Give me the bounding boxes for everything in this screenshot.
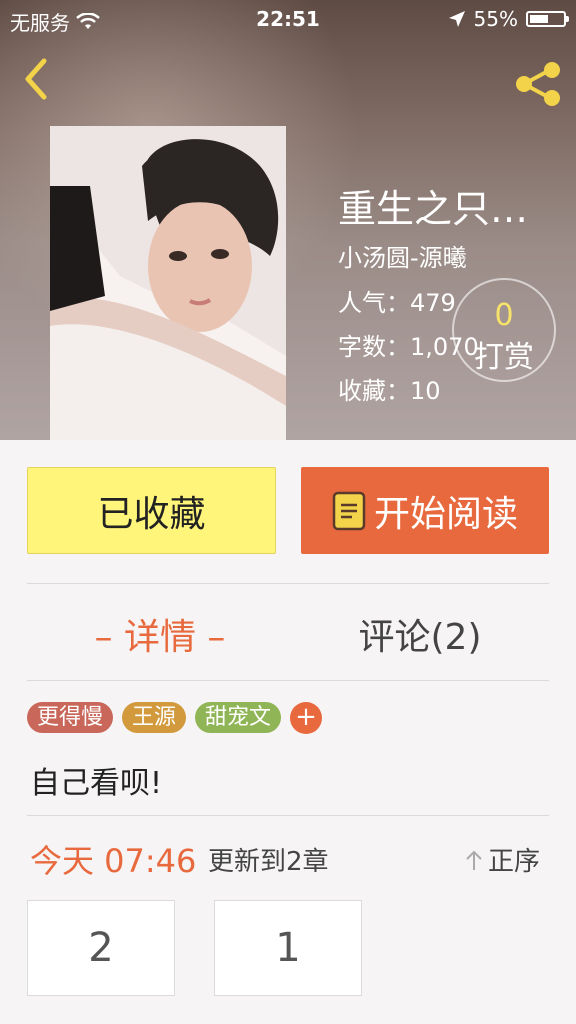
book-header: 无服务 22:51 55% 重生之只… 小汤圆-源曦 人气：479 字数：1,0… [0, 0, 576, 440]
tab-details[interactable]: – 详情 – [80, 608, 240, 660]
tip-button[interactable]: 0 打赏 [452, 278, 556, 382]
popularity-stat: 人气：479 [338, 283, 456, 318]
battery-icon [526, 11, 569, 27]
word-count-label: 字数： [338, 333, 410, 361]
favorites-value: 10 [410, 377, 441, 405]
book-icon [332, 491, 366, 530]
tip-count: 0 [494, 298, 514, 333]
share-button[interactable] [512, 60, 564, 108]
tab-comments[interactable]: 评论(2) [350, 608, 490, 660]
favorite-button[interactable]: 已收藏 [27, 467, 276, 554]
tip-label: 打赏 [474, 340, 534, 375]
divider [27, 815, 549, 816]
popularity-label: 人气： [338, 289, 410, 317]
divider [27, 680, 549, 681]
book-author[interactable]: 小汤圆-源曦 [338, 238, 467, 273]
popularity-value: 479 [410, 289, 456, 317]
chapter-tile[interactable]: 1 [214, 900, 362, 996]
status-bar: 无服务 22:51 55% [0, 0, 576, 38]
book-summary: 自己看呗! [30, 766, 163, 801]
favorites-label: 收藏： [338, 377, 410, 405]
tag-list: 更得慢 王源 甜宠文 + [27, 702, 323, 734]
add-tag-button[interactable]: + [290, 702, 323, 734]
update-time: 今天 07:46 [30, 842, 197, 880]
battery-percent: 55% [473, 7, 518, 31]
sort-order-button[interactable]: 正序 [464, 841, 540, 878]
start-reading-label: 开始阅读 [373, 493, 518, 535]
location-arrow-icon [448, 11, 465, 27]
tag-item[interactable]: 更得慢 [27, 702, 114, 733]
back-button[interactable] [16, 55, 56, 103]
tag-item[interactable]: 甜宠文 [195, 702, 282, 733]
chapter-tile[interactable]: 2 [27, 900, 175, 996]
divider [27, 583, 549, 584]
book-title: 重生之只… [338, 187, 529, 231]
tag-item[interactable]: 王源 [122, 702, 187, 733]
favorites-stat: 收藏：10 [338, 371, 441, 406]
favorite-button-label: 已收藏 [97, 493, 206, 535]
update-status: 更新到2章 [208, 847, 329, 877]
arrow-up-icon [466, 850, 482, 870]
book-cover-image [50, 126, 286, 440]
sort-order-label: 正序 [488, 847, 541, 877]
start-reading-button[interactable]: 开始阅读 [301, 467, 549, 554]
